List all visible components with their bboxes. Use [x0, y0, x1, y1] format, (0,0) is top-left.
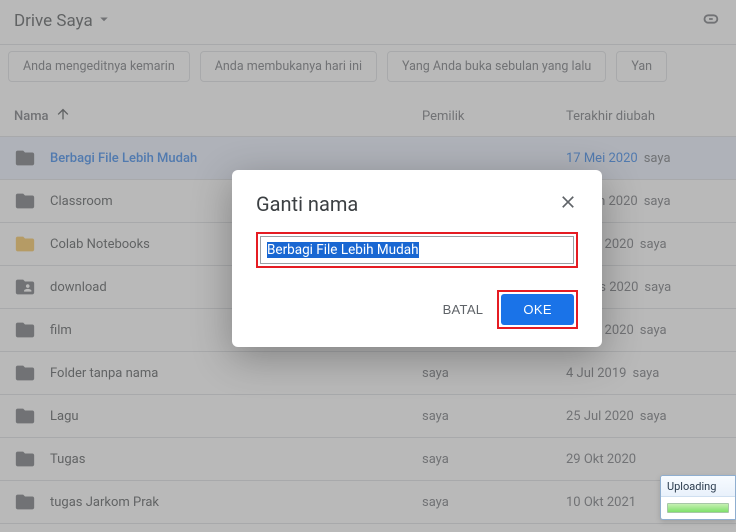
upload-title: Uploading	[661, 476, 735, 497]
close-icon[interactable]	[558, 192, 578, 216]
upload-progress-area	[661, 497, 735, 519]
ok-button-highlight: OKE	[497, 290, 578, 329]
rename-dialog: Ganti nama BATAL OKE	[232, 170, 602, 347]
ok-button[interactable]: OKE	[501, 294, 574, 325]
cancel-button[interactable]: BATAL	[443, 302, 484, 317]
upload-widget[interactable]: Uploading	[660, 475, 736, 520]
rename-input-highlight	[256, 232, 578, 268]
upload-progress-bar	[667, 503, 729, 513]
dialog-title: Ganti nama	[256, 192, 358, 216]
rename-input[interactable]	[260, 236, 574, 264]
